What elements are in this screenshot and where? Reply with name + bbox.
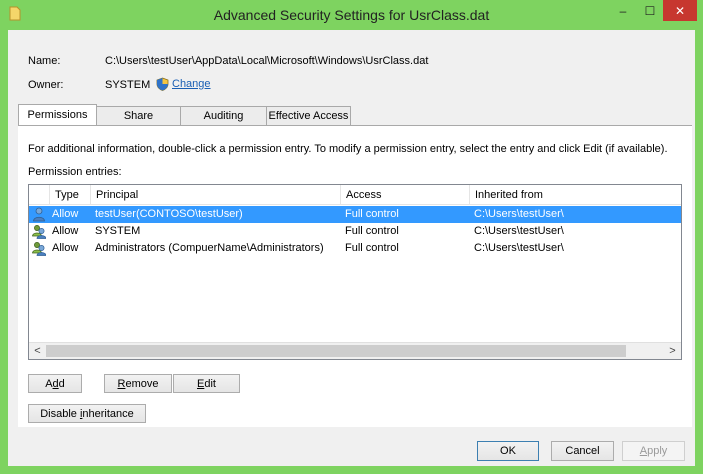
apply-mnemonic: A	[639, 445, 648, 457]
group-icon	[32, 242, 46, 256]
shield-icon	[156, 77, 169, 91]
scroll-left-icon[interactable]: <	[29, 343, 46, 360]
column-header-type[interactable]: Type	[49, 185, 90, 205]
tab-effective-access[interactable]: Effective Access	[266, 106, 351, 125]
permissions-tab-page: For additional information, double-click…	[18, 125, 692, 427]
tab-strip: Permissions Share Auditing Effective Acc…	[18, 104, 351, 125]
user-icon	[33, 207, 45, 222]
permission-entry-row[interactable]: Allow SYSTEM Full control C:\Users\testU…	[29, 223, 681, 240]
title-bar[interactable]: Advanced Security Settings for UsrClass.…	[0, 0, 703, 30]
horizontal-scrollbar[interactable]: < >	[29, 342, 681, 359]
permission-entry-row[interactable]: Allow testUser(CONTOSO\testUser) Full co…	[29, 206, 681, 223]
column-header-principal[interactable]: Principal	[90, 185, 340, 205]
list-header: Type Principal Access Inherited from	[29, 185, 681, 205]
add-label-part: A	[45, 377, 53, 390]
disable-inheritance-button[interactable]: Disable i nheritance	[28, 404, 146, 423]
apply-label-part: pply	[647, 445, 668, 457]
owner-value: SYSTEM	[105, 79, 151, 91]
entry-access: Full control	[345, 242, 399, 254]
edit-mnemonic: E	[197, 377, 205, 390]
permission-entries-list[interactable]: Type Principal Access Inherited from All…	[28, 184, 682, 360]
permission-entries-label: Permission entries:	[28, 166, 122, 178]
add-button[interactable]: Add	[28, 374, 82, 393]
disable-inheritance-label-part: nheritance	[82, 407, 134, 420]
entry-inherited-from: C:\Users\testUser\	[474, 242, 564, 254]
tab-permissions[interactable]: Permissions	[18, 104, 97, 125]
tab-auditing[interactable]: Auditing	[180, 106, 267, 125]
maximize-button[interactable]: ☐	[637, 0, 663, 21]
entry-inherited-from: C:\Users\testUser\	[474, 225, 564, 237]
column-header-inherited-from[interactable]: Inherited from	[469, 185, 681, 205]
entry-type: Allow	[52, 242, 79, 254]
apply-button[interactable]: Apply	[622, 441, 685, 461]
entry-access: Full control	[345, 208, 399, 220]
ok-button[interactable]: OK	[477, 441, 539, 461]
edit-label-part: dit	[204, 377, 216, 390]
edit-button[interactable]: Edit	[173, 374, 240, 393]
remove-button[interactable]: Remove	[104, 374, 172, 393]
cancel-button[interactable]: Cancel	[551, 441, 614, 461]
remove-mnemonic: R	[117, 377, 126, 390]
scrollbar-thumb[interactable]	[46, 345, 626, 357]
permission-entry-row[interactable]: Allow Administrators (CompuerName\Admini…	[29, 240, 681, 257]
window-title: Advanced Security Settings for UsrClass.…	[213, 7, 490, 23]
entry-type: Allow	[52, 225, 79, 237]
group-icon	[32, 225, 46, 239]
entry-inherited-from: C:\Users\testUser\	[474, 208, 564, 220]
dialog-client-area: Name: C:\Users\testUser\AppData\Local\Mi…	[8, 30, 695, 466]
change-owner-link[interactable]: Change	[156, 77, 211, 91]
info-text: For additional information, double-click…	[28, 143, 668, 155]
tab-share[interactable]: Share	[96, 106, 181, 125]
name-label: Name:	[28, 55, 61, 67]
scroll-right-icon[interactable]: >	[664, 343, 681, 360]
close-button[interactable]: ✕	[663, 0, 697, 21]
column-header-access[interactable]: Access	[340, 185, 469, 205]
change-link-label: Change	[172, 78, 211, 90]
security-settings-window: Advanced Security Settings for UsrClass.…	[0, 0, 703, 474]
name-value: C:\Users\testUser\AppData\Local\Microsof…	[105, 55, 429, 67]
entry-principal: Administrators (CompuerName\Administrato…	[95, 242, 324, 254]
entry-principal: SYSTEM	[95, 225, 141, 237]
minimize-button[interactable]: –	[610, 0, 636, 21]
entry-type: Allow	[52, 208, 79, 220]
owner-label: Owner:	[28, 79, 64, 91]
remove-label-part: emove	[125, 377, 159, 390]
entry-principal: testUser(CONTOSO\testUser)	[95, 208, 243, 220]
add-label-part: d	[58, 377, 65, 390]
entry-access: Full control	[345, 225, 399, 237]
disable-inheritance-label-part: Disable	[40, 407, 80, 420]
